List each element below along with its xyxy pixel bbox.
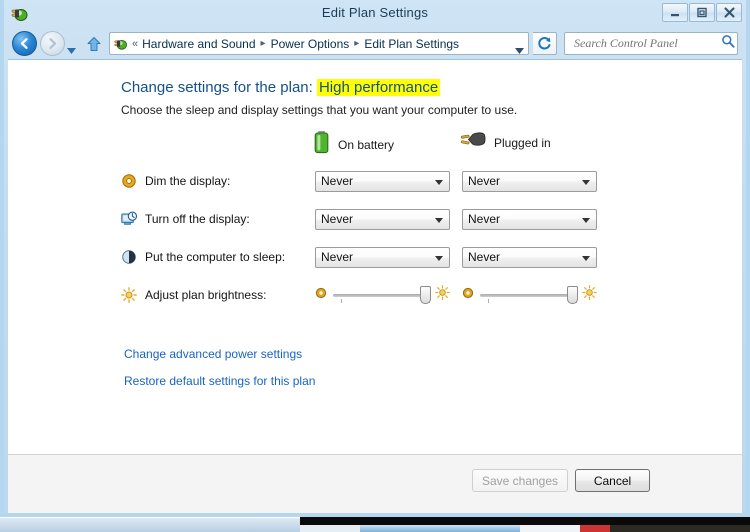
window-title: Edit Plan Settings [321, 5, 429, 20]
column-header-on-battery: On battery [313, 130, 394, 159]
dim-display-icon [121, 173, 137, 189]
setting-row-computer-sleep: Put the computer to sleep: Never Never [121, 246, 741, 268]
refresh-button[interactable] [533, 32, 557, 55]
dropdown-value: Never [321, 212, 354, 226]
brightness-high-icon [582, 285, 597, 305]
dropdown-turn-off-display-on-battery[interactable]: Never [315, 208, 450, 230]
page-title: Change settings for the plan: High perfo… [121, 79, 441, 96]
breadcrumb-item-hardware-and-sound[interactable]: Hardware and Sound [142, 37, 255, 51]
plan-name-highlight: High performance [316, 79, 441, 96]
forward-button [40, 31, 65, 56]
brightness-slider-on-battery[interactable] [333, 286, 431, 304]
taskbar-segment [360, 525, 520, 532]
breadcrumb-separator-icon[interactable]: ▸ [354, 38, 359, 49]
slider-track [333, 294, 429, 297]
navigation-bar: « Hardware and Sound ▸ Power Options ▸ E… [4, 28, 746, 59]
page-title-prefix: Change settings for the plan: [121, 79, 313, 96]
dropdown-computer-sleep-on-battery[interactable]: Never [315, 246, 450, 268]
setting-label-computer-sleep: Put the computer to sleep: [145, 250, 286, 264]
breadcrumb-item-power-options[interactable]: Power Options [271, 37, 350, 51]
brightness-low-icon [315, 286, 327, 304]
slider-tick [341, 299, 342, 303]
dropdown-value: Never [321, 174, 354, 188]
taskbar-segment [300, 525, 360, 532]
slider-tick [488, 299, 489, 303]
slider-thumb[interactable] [567, 286, 578, 304]
dropdown-value: Never [321, 250, 354, 264]
setting-label-dim-display: Dim the display: [145, 174, 231, 188]
chevron-down-icon[interactable] [582, 179, 590, 185]
slider-thumb[interactable] [420, 286, 431, 304]
save-changes-button[interactable]: Save changes [472, 469, 568, 492]
taskbar-sliver [0, 517, 750, 532]
close-button[interactable] [716, 3, 742, 22]
link-restore-default-settings[interactable]: Restore default settings for this plan [124, 374, 315, 388]
brightness-group-plugged-in [462, 285, 597, 305]
column-label-on-battery: On battery [338, 137, 395, 152]
dropdown-computer-sleep-plugged-in[interactable]: Never [462, 246, 597, 268]
title-bar[interactable]: Edit Plan Settings [4, 0, 746, 28]
power-plug-icon [458, 130, 486, 155]
control-panel-power-icon [113, 36, 129, 52]
link-change-advanced-power-settings[interactable]: Change advanced power settings [124, 347, 302, 361]
chevron-down-icon[interactable] [582, 255, 590, 261]
setting-label-plan-brightness: Adjust plan brightness: [145, 288, 267, 302]
setting-row-dim-display: Dim the display: Never Never [121, 170, 741, 192]
chevron-down-icon[interactable] [435, 255, 443, 261]
search-box[interactable] [564, 32, 738, 55]
minimize-button[interactable] [662, 3, 688, 22]
brightness-low-icon [462, 286, 474, 304]
maximize-button[interactable] [689, 3, 715, 22]
brightness-group-on-battery [315, 285, 450, 305]
taskbar-segment [520, 525, 580, 532]
footer-bar: Save changes Cancel [8, 454, 742, 513]
dropdown-value: Never [468, 174, 501, 188]
dropdown-turn-off-display-plugged-in[interactable]: Never [462, 208, 597, 230]
breadcrumb-separator-icon[interactable]: ▸ [261, 38, 266, 49]
sleep-moon-icon [121, 249, 137, 265]
brightness-sun-icon [121, 287, 137, 303]
cancel-button[interactable]: Cancel [575, 469, 650, 492]
taskbar-segment [0, 517, 300, 532]
up-one-level-button[interactable] [86, 36, 102, 52]
chevron-down-icon[interactable] [435, 179, 443, 185]
page-subtitle: Choose the sleep and display settings th… [121, 103, 518, 117]
breadcrumb[interactable]: « Hardware and Sound ▸ Power Options ▸ E… [109, 32, 529, 55]
chevron-down-icon[interactable] [582, 217, 590, 223]
back-button[interactable] [12, 31, 37, 56]
dropdown-value: Never [468, 250, 501, 264]
column-label-plugged-in: Plugged in [494, 135, 551, 150]
chevron-down-icon[interactable] [435, 217, 443, 223]
breadcrumb-item-edit-plan-settings[interactable]: Edit Plan Settings [364, 37, 459, 51]
setting-row-turn-off-display: Turn off the display: Never Never [121, 208, 741, 230]
taskbar-segment [580, 525, 610, 532]
edit-plan-settings-window: Edit Plan Settings « Hardware and Sound … [0, 0, 750, 517]
brightness-high-icon [435, 285, 450, 305]
setting-label-turn-off-display: Turn off the display: [145, 212, 250, 226]
slider-track [480, 294, 576, 297]
dropdown-value: Never [468, 212, 501, 226]
brightness-slider-plugged-in[interactable] [480, 286, 578, 304]
dropdown-dim-display-plugged-in[interactable]: Never [462, 170, 597, 192]
chevron-down-icon[interactable] [515, 41, 524, 54]
column-header-plugged-in: Plugged in [458, 130, 551, 155]
taskbar-segment [610, 525, 750, 532]
battery-icon [313, 130, 330, 159]
dropdown-dim-display-on-battery[interactable]: Never [315, 170, 450, 192]
search-input[interactable] [572, 35, 721, 52]
setting-row-plan-brightness: Adjust plan brightness: [121, 284, 741, 306]
content-area: Change settings for the plan: High perfo… [8, 59, 742, 454]
search-icon[interactable] [721, 34, 735, 53]
breadcrumb-overflow-chevron[interactable]: « [132, 38, 138, 50]
history-dropdown-button[interactable] [67, 41, 76, 54]
monitor-clock-icon [121, 211, 138, 227]
window-controls [662, 3, 742, 22]
